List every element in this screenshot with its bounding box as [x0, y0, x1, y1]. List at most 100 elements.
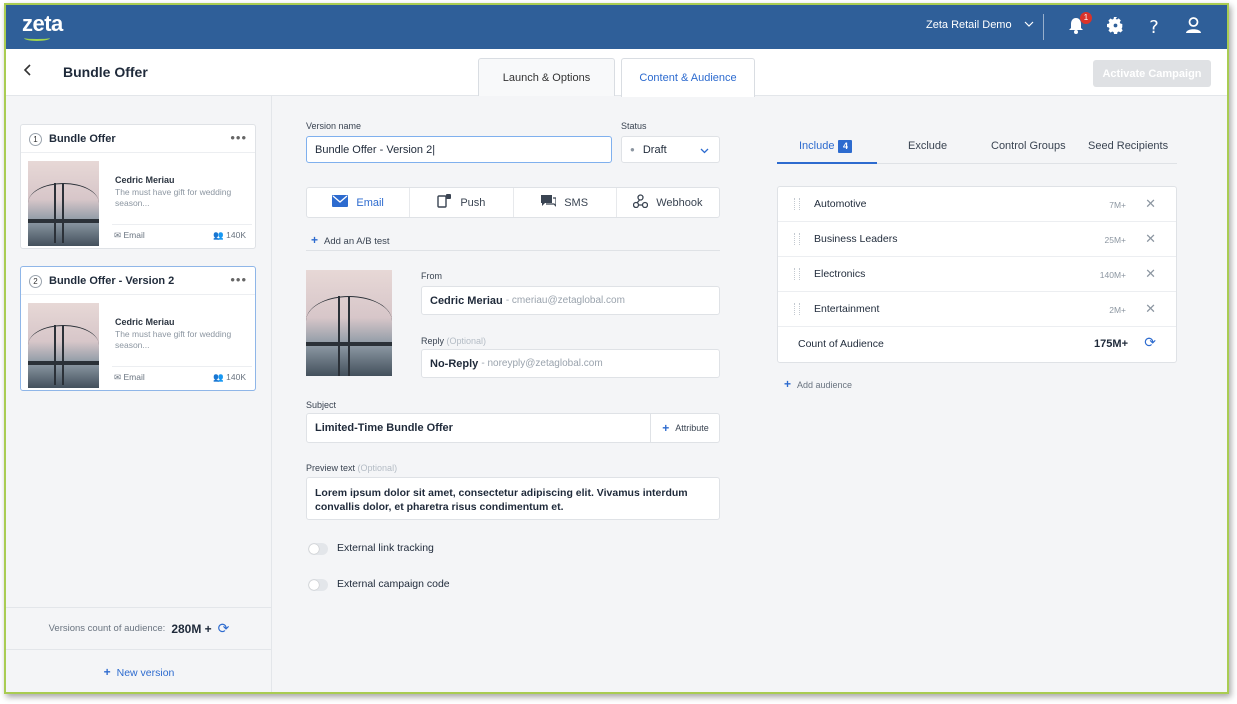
versions-panel: 1 Bundle Offer ••• Cedric Meriau The mus…	[6, 96, 272, 694]
tab-content-audience[interactable]: Content & Audience	[621, 58, 755, 97]
new-version-button[interactable]: +New version	[104, 665, 175, 679]
zeta-logo[interactable]: zeta	[22, 11, 63, 37]
drag-handle-icon[interactable]	[794, 268, 800, 280]
version-title: Bundle Offer - Version 2	[49, 275, 174, 287]
version-card[interactable]: 1 Bundle Offer ••• Cedric Meriau The mus…	[20, 124, 256, 249]
version-name-input[interactable]: Bundle Offer - Version 2|	[306, 136, 612, 163]
reply-field[interactable]: No-Reply - noreyply@zetaglobal.com	[421, 349, 720, 378]
preview-text-value: Lorem ipsum dolor sit amet, consectetur …	[315, 486, 711, 514]
include-count-badge: 4	[838, 140, 852, 153]
add-ab-test-button[interactable]: +Add an A/B test	[311, 233, 390, 247]
divider	[306, 250, 720, 251]
more-options-icon[interactable]: •••	[230, 130, 247, 145]
external-campaign-code-toggle[interactable]	[308, 579, 328, 591]
audience-size: 2M+	[1109, 305, 1126, 315]
users-icon: 👥	[213, 230, 224, 240]
chevron-down-icon	[1024, 19, 1034, 31]
channel-tab-sms[interactable]: SMS	[514, 188, 617, 217]
email-preview-image[interactable]	[306, 270, 392, 376]
drag-handle-icon[interactable]	[794, 303, 800, 315]
reply-name: No-Reply	[430, 358, 478, 370]
drag-handle-icon[interactable]	[794, 233, 800, 245]
more-options-icon[interactable]: •••	[230, 272, 247, 287]
tab-control-groups[interactable]: Control Groups	[991, 140, 1066, 152]
tab-include[interactable]: Include4	[799, 140, 852, 153]
remove-audience-icon[interactable]: ✕	[1145, 231, 1156, 247]
versions-count-label: Versions count of audience:	[49, 623, 166, 634]
audience-count-label: Count of Audience	[798, 338, 884, 350]
reply-optional: (Optional)	[447, 336, 487, 346]
audience-row[interactable]: Business Leaders 25M+ ✕	[778, 222, 1176, 257]
channel-webhook-label: Webhook	[656, 197, 702, 209]
notification-count-badge: 1	[1080, 12, 1092, 24]
channel-tab-push[interactable]: Push	[410, 188, 513, 217]
version-sender: Cedric Meriau	[115, 175, 175, 185]
channel-tab-webhook[interactable]: Webhook	[617, 188, 719, 217]
plus-icon: +	[104, 665, 111, 679]
version-audience-count: 140K	[226, 230, 246, 240]
external-link-tracking-toggle[interactable]	[308, 543, 328, 555]
chevron-left-icon	[22, 63, 34, 77]
status-value: Draft	[643, 144, 667, 156]
version-channel-label: Email	[124, 230, 145, 240]
version-audience: 👥 140K	[213, 372, 246, 383]
back-button[interactable]	[22, 63, 40, 81]
refresh-icon[interactable]: ⟳	[218, 620, 230, 637]
drag-handle-icon[interactable]	[794, 198, 800, 210]
audience-row[interactable]: Automotive 7M+ ✕	[778, 187, 1176, 222]
audience-tabs: Include4 Exclude Control Groups Seed Rec…	[777, 130, 1177, 164]
refresh-icon[interactable]: ⟳	[1144, 334, 1156, 351]
remove-audience-icon[interactable]: ✕	[1145, 266, 1156, 282]
from-label: From	[421, 271, 442, 281]
gear-icon	[1107, 17, 1124, 37]
version-audience-count: 140K	[226, 372, 246, 382]
new-version-row: +New version	[6, 649, 272, 693]
status-label: Status	[621, 121, 647, 131]
tab-seed-recipients[interactable]: Seed Recipients	[1088, 140, 1168, 152]
preview-text-input[interactable]: Lorem ipsum dolor sit amet, consectetur …	[306, 477, 720, 520]
activate-campaign-button[interactable]: Activate Campaign	[1093, 60, 1211, 87]
settings-button[interactable]	[1102, 14, 1128, 40]
topbar-divider	[1043, 14, 1044, 40]
tab-launch-options[interactable]: Launch & Options	[478, 58, 615, 96]
logo-swoosh	[24, 35, 50, 41]
audience-row[interactable]: Entertainment 2M+ ✕	[778, 292, 1176, 327]
version-description: The must have gift for wedding season...	[115, 187, 247, 209]
from-name: Cedric Meriau	[430, 295, 503, 307]
attribute-button[interactable]: +Attribute	[650, 414, 720, 442]
version-footer: ✉ Email 👥 140K	[112, 366, 252, 384]
remove-audience-icon[interactable]: ✕	[1145, 301, 1156, 317]
version-description: The must have gift for wedding season...	[115, 329, 247, 351]
remove-audience-icon[interactable]: ✕	[1145, 196, 1156, 212]
audience-list: Automotive 7M+ ✕ Business Leaders 25M+ ✕…	[777, 186, 1177, 363]
channel-push-label: Push	[460, 197, 485, 209]
mail-icon: ✉	[114, 230, 121, 240]
mail-icon	[332, 195, 348, 210]
plus-icon: +	[662, 421, 669, 435]
audience-row[interactable]: Electronics 140M+ ✕	[778, 257, 1176, 292]
account-switcher[interactable]: Zeta Retail Demo	[926, 19, 1034, 31]
user-profile-button[interactable]	[1180, 14, 1206, 40]
bridge-tower	[54, 183, 64, 243]
reply-label: Reply (Optional)	[421, 336, 486, 346]
version-title: Bundle Offer	[49, 133, 116, 145]
add-audience-button[interactable]: +Add audience	[784, 377, 852, 391]
bridge-tower	[338, 296, 350, 376]
email-thumbnail-image	[28, 303, 99, 388]
channel-tabs: Email Push SMS Webhook	[306, 187, 720, 218]
tab-exclude[interactable]: Exclude	[908, 140, 947, 152]
version-name-value: Bundle Offer - Version 2	[315, 144, 432, 156]
mail-icon: ✉	[114, 372, 121, 382]
plus-icon: +	[784, 377, 791, 391]
version-card[interactable]: 2 Bundle Offer - Version 2 ••• Cedric Me…	[20, 266, 256, 391]
preview-text-label: Preview text (Optional)	[306, 463, 397, 473]
status-select[interactable]: ● Draft	[621, 136, 720, 163]
versions-count-value: 280M +	[171, 622, 211, 636]
version-channel-label: Email	[124, 372, 145, 382]
channel-tab-email[interactable]: Email	[307, 188, 410, 217]
add-ab-test-label: Add an A/B test	[324, 236, 390, 247]
help-button[interactable]: ?	[1141, 14, 1167, 40]
version-card-header: 1 Bundle Offer •••	[21, 125, 255, 153]
from-field[interactable]: Cedric Meriau - cmeriau@zetaglobal.com	[421, 286, 720, 315]
notifications-button[interactable]: 1	[1063, 14, 1089, 40]
